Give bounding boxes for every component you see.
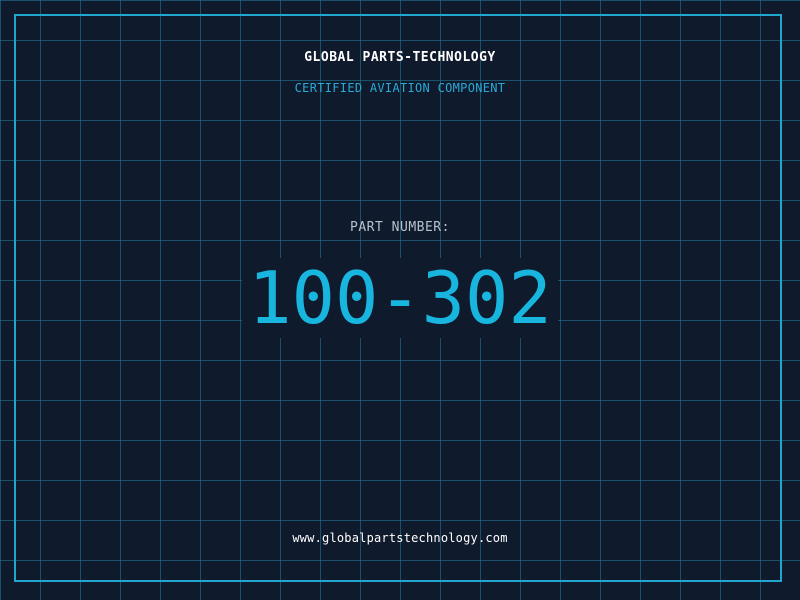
part-number-value: 100-302: [242, 258, 558, 338]
part-label-card: GLOBAL PARTS-TECHNOLOGY CERTIFIED AVIATI…: [0, 0, 800, 600]
part-number-container: 100-302: [0, 258, 800, 338]
brand-subtitle: CERTIFIED AVIATION COMPONENT: [294, 81, 506, 95]
part-number-label: PART NUMBER:: [350, 220, 450, 235]
website-url: www.globalpartstechnology.com: [292, 531, 508, 545]
brand-title: GLOBAL PARTS-TECHNOLOGY: [304, 50, 496, 65]
